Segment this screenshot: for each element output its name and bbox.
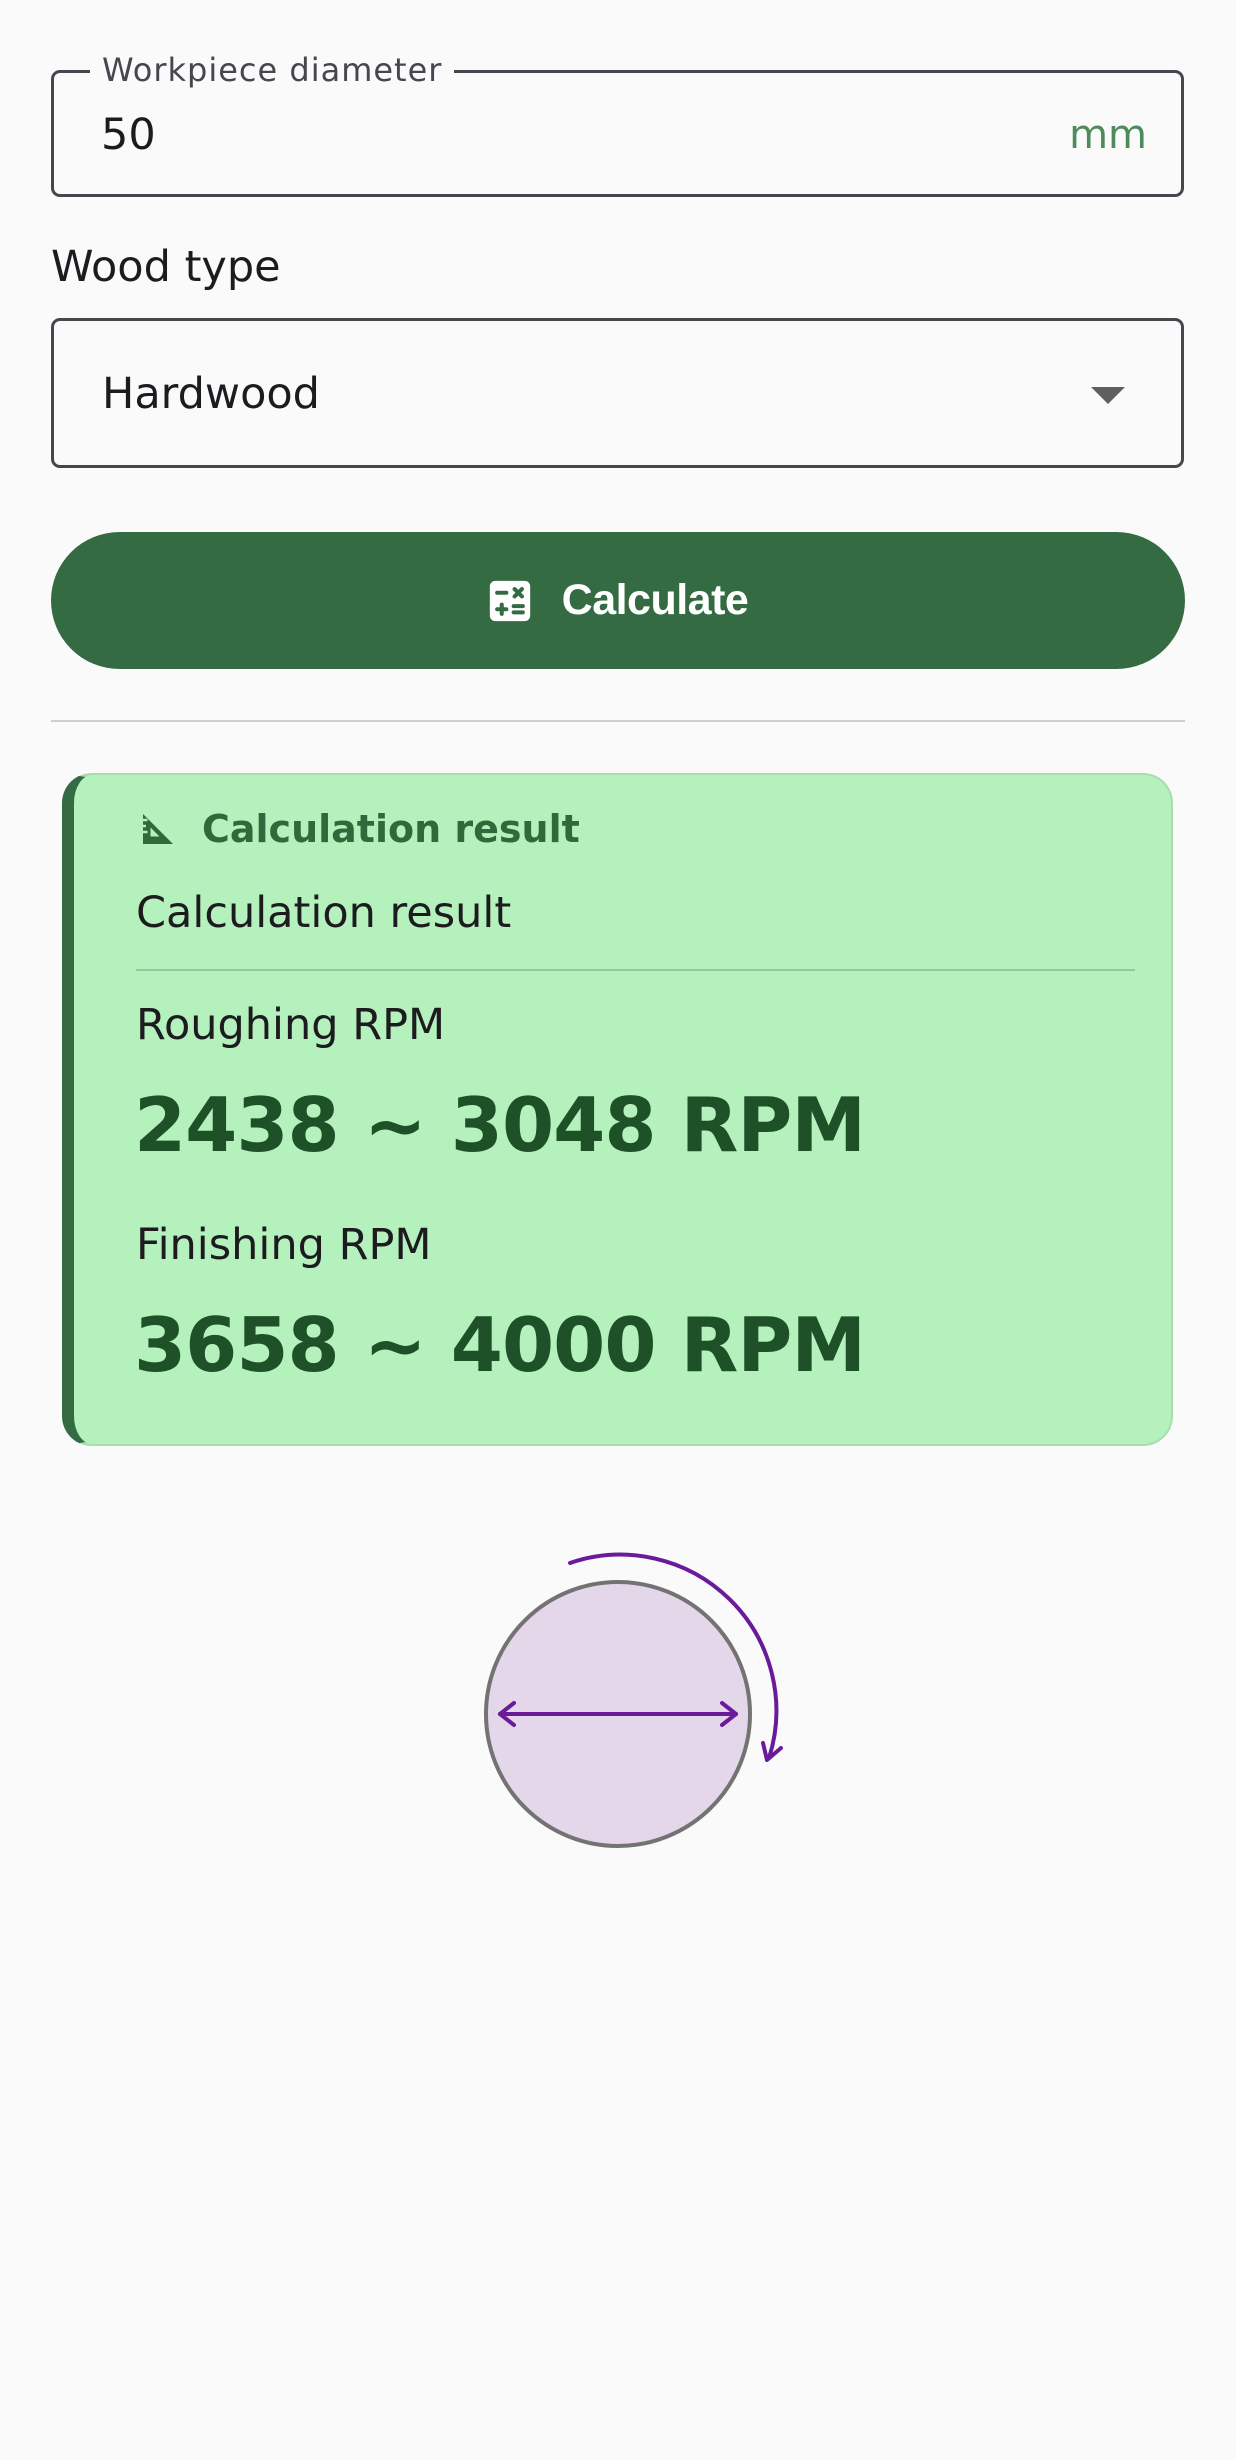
diameter-field-label: Workpiece diameter [90, 50, 455, 90]
result-divider [136, 969, 1135, 971]
result-card: Calculation result Calculation result Ro… [62, 773, 1173, 1446]
calculate-button-label: Calculate [561, 576, 749, 624]
wood-type-label: Wood type [51, 242, 281, 292]
ruler-square-icon [143, 814, 173, 844]
finishing-rpm-label: Finishing RPM [136, 1220, 432, 1270]
result-subtitle: Calculation result [136, 888, 512, 938]
section-divider [51, 720, 1185, 722]
calculator-icon [489, 580, 530, 621]
lathe-rpm-calculator: Workpiece diameter mm Wood type Hardwood… [0, 0, 1236, 2460]
rotating-workpiece-diagram [484, 1552, 783, 1848]
finishing-rpm-value: 3658 ~ 4000 RPM [134, 1301, 866, 1389]
diameter-input[interactable] [101, 108, 1001, 162]
wood-type-selected-value: Hardwood [102, 369, 320, 419]
dropdown-arrow-icon [1091, 387, 1125, 404]
roughing-rpm-value: 2438 ~ 3048 RPM [134, 1081, 866, 1169]
calculate-button[interactable]: Calculate [51, 532, 1185, 669]
roughing-rpm-label: Roughing RPM [136, 1000, 446, 1050]
diameter-unit-suffix: mm [1069, 112, 1147, 158]
result-card-title: Calculation result [202, 807, 580, 851]
wood-type-select[interactable]: Hardwood [51, 318, 1184, 468]
result-card-header: Calculation result [140, 805, 580, 853]
